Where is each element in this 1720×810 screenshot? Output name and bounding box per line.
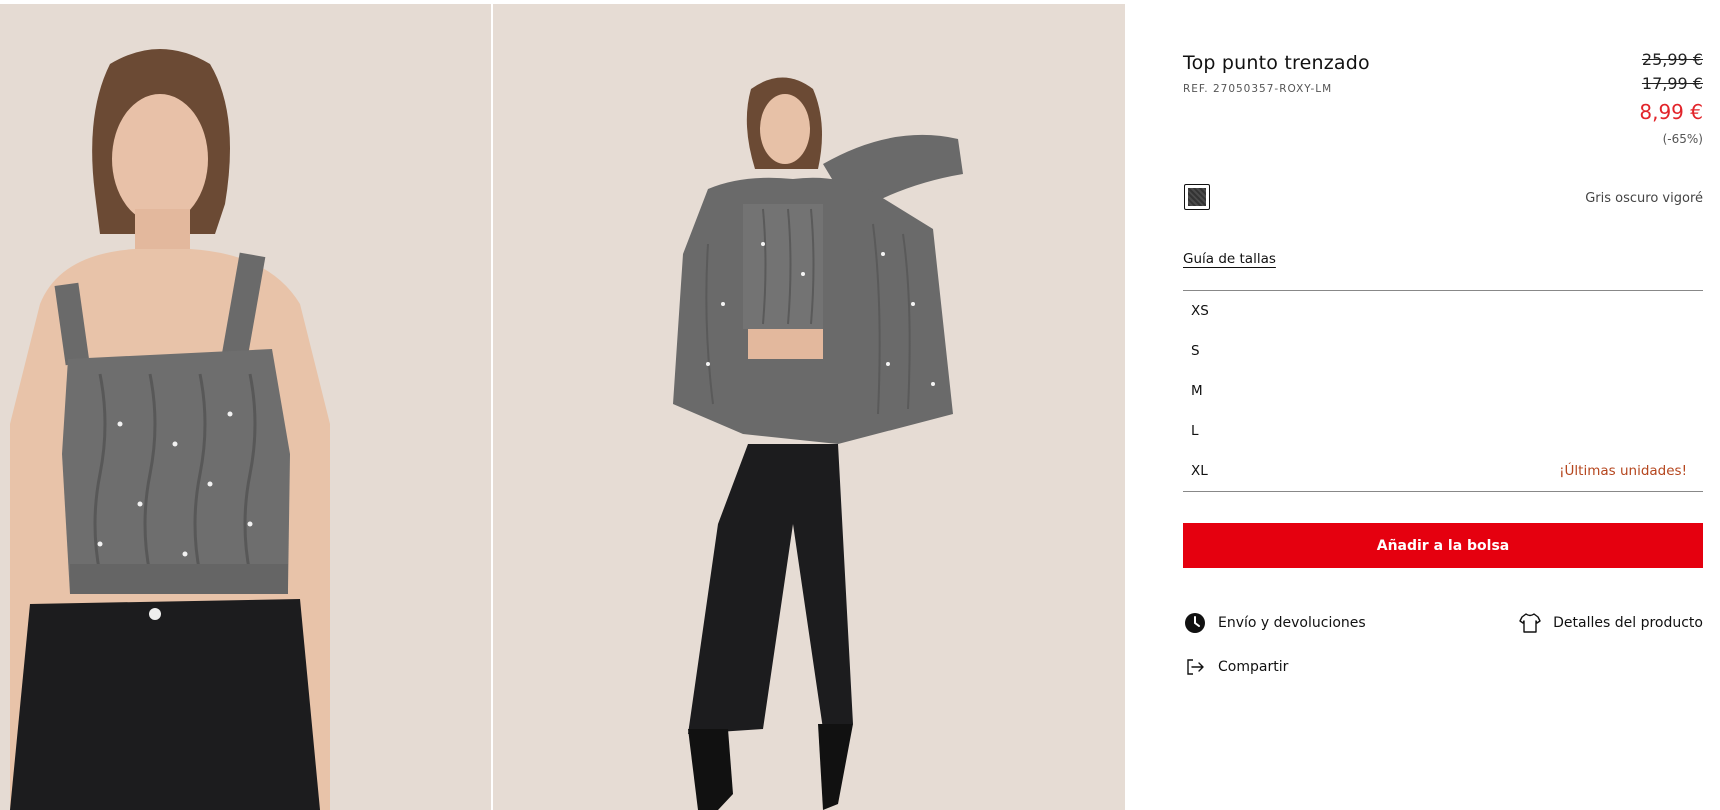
size-option-m[interactable]: M bbox=[1183, 371, 1703, 411]
discount-percentage: (-65%) bbox=[1662, 132, 1703, 146]
shipping-returns-link[interactable]: Envío y devoluciones bbox=[1184, 612, 1366, 634]
size-option-xs[interactable]: XS bbox=[1183, 291, 1703, 331]
size-selector: XS S M L XL ¡Últimas unidades! bbox=[1183, 290, 1703, 492]
clock-icon bbox=[1184, 612, 1206, 634]
size-guide-link[interactable]: Guía de tallas bbox=[1183, 251, 1276, 267]
product-image-closeup[interactable] bbox=[0, 4, 491, 810]
tshirt-icon bbox=[1519, 612, 1541, 634]
price-current: 8,99 € bbox=[1639, 100, 1703, 124]
size-label: M bbox=[1191, 383, 1203, 399]
share-link[interactable]: Compartir bbox=[1184, 656, 1288, 678]
share-label: Compartir bbox=[1218, 659, 1289, 675]
product-details-link[interactable]: Detalles del producto bbox=[1519, 612, 1703, 634]
shipping-returns-label: Envío y devoluciones bbox=[1218, 615, 1366, 631]
price-block: 25,99 € 17,99 € 8,99 € (-65%) bbox=[1639, 48, 1703, 150]
size-option-l[interactable]: L bbox=[1183, 411, 1703, 451]
product-photo-fullbody bbox=[493, 4, 1125, 810]
product-details-label: Detalles del producto bbox=[1553, 615, 1703, 631]
product-image-fullbody[interactable] bbox=[493, 4, 1125, 810]
size-label: S bbox=[1191, 343, 1200, 359]
size-label: XL bbox=[1191, 463, 1208, 479]
color-swatch-fill bbox=[1188, 188, 1206, 206]
price-previous: 17,99 € bbox=[1641, 74, 1703, 93]
size-label: XS bbox=[1191, 303, 1209, 319]
low-stock-badge: ¡Últimas unidades! bbox=[1559, 463, 1687, 479]
color-name: Gris oscuro vigoré bbox=[1585, 191, 1703, 206]
share-icon bbox=[1184, 656, 1206, 678]
size-option-xl[interactable]: XL ¡Últimas unidades! bbox=[1183, 451, 1703, 491]
product-details-panel: Top punto trenzado REF. 27050357-ROXY-LM… bbox=[1183, 0, 1703, 810]
color-swatch[interactable] bbox=[1184, 184, 1210, 210]
add-to-bag-button[interactable]: Añadir a la bolsa bbox=[1183, 523, 1703, 568]
product-gallery bbox=[0, 4, 1125, 810]
price-original: 25,99 € bbox=[1641, 50, 1703, 69]
product-title: Top punto trenzado bbox=[1183, 52, 1370, 74]
size-option-s[interactable]: S bbox=[1183, 331, 1703, 371]
product-reference: REF. 27050357-ROXY-LM bbox=[1183, 83, 1333, 95]
size-label: L bbox=[1191, 423, 1199, 439]
product-photo-closeup bbox=[0, 4, 491, 810]
